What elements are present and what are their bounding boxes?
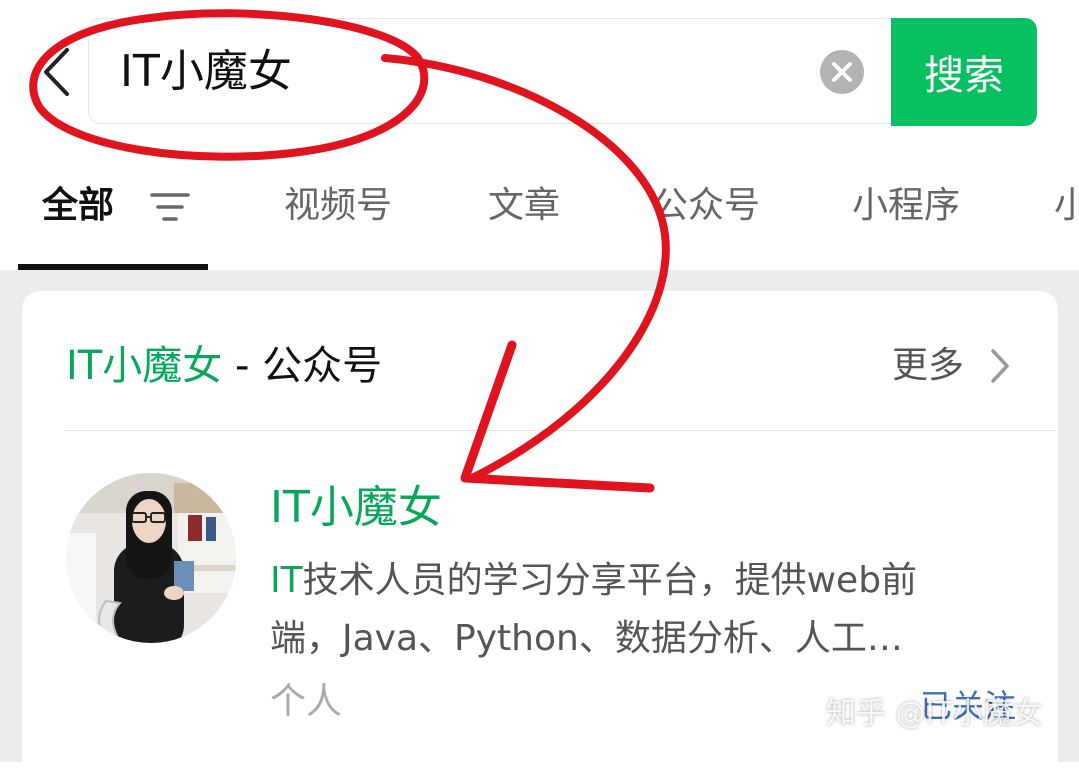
description-highlight: IT	[270, 560, 303, 601]
section-title-highlight: IT小魔女	[66, 343, 223, 389]
section-title-suffix: - 公众号	[222, 343, 383, 389]
tab-overflow[interactable]: 小	[1054, 184, 1079, 228]
filter-icon[interactable]	[150, 190, 190, 224]
filter-tabs: 全部 视频号 文章 公众号 小程序 小	[0, 150, 1079, 270]
avatar[interactable]	[66, 473, 236, 643]
tab-articles[interactable]: 文章	[488, 184, 560, 228]
close-icon	[832, 62, 852, 82]
search-button[interactable]: 搜索	[891, 18, 1037, 126]
watermark: 知乎 @IT小魔女	[826, 696, 1043, 731]
avatar-photo	[66, 473, 236, 643]
back-chevron-icon	[44, 48, 69, 96]
description-line-1: IT技术人员的学习分享平台，提供web前	[270, 552, 1000, 610]
divider	[64, 430, 1056, 431]
account-description: IT技术人员的学习分享平台，提供web前 端，Java、Python、数据分析、…	[270, 552, 1000, 668]
tab-channels[interactable]: 视频号	[284, 184, 392, 228]
description-line-1-rest: 技术人员的学习分享平台，提供web前	[302, 560, 918, 601]
back-button[interactable]	[36, 42, 76, 102]
account-name[interactable]: IT小魔女	[270, 480, 442, 536]
more-link[interactable]: 更多	[892, 342, 964, 390]
tab-all[interactable]: 全部	[42, 184, 114, 228]
search-bar: IT小魔女 搜索	[0, 0, 1079, 150]
chevron-right-icon[interactable]	[988, 348, 1012, 384]
search-query-text: IT小魔女	[120, 46, 292, 97]
section-title: IT小魔女 - 公众号	[66, 338, 382, 394]
tab-official-accounts[interactable]: 公众号	[652, 184, 760, 228]
description-line-2: 端，Java、Python、数据分析、人工…	[270, 618, 903, 659]
clear-search-button[interactable]	[820, 50, 864, 94]
account-type: 个人	[270, 681, 343, 722]
tab-mini-programs[interactable]: 小程序	[852, 184, 960, 228]
